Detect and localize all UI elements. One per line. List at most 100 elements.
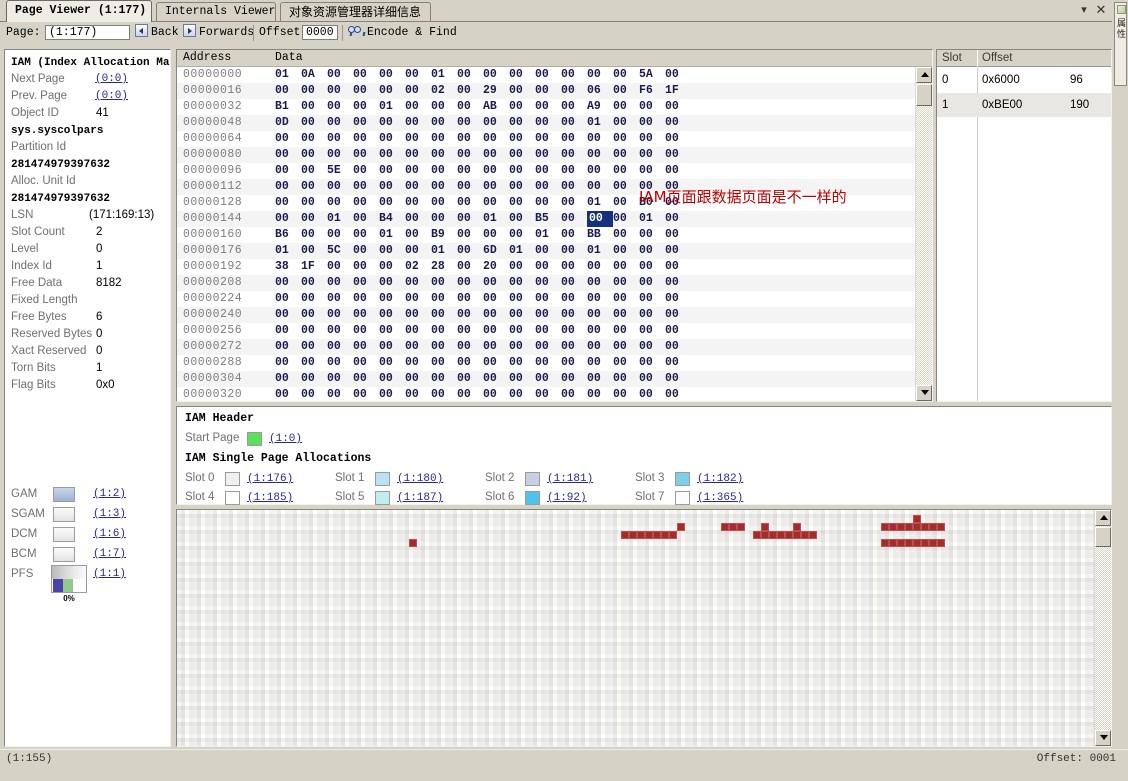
hex-byte[interactable]: 00 xyxy=(457,371,483,387)
hex-byte[interactable]: 00 xyxy=(561,323,587,339)
hex-byte[interactable]: B9 xyxy=(431,227,457,243)
hex-byte[interactable]: 00 xyxy=(639,147,665,163)
hex-byte[interactable]: 00 xyxy=(405,147,431,163)
allocated-page-cell[interactable] xyxy=(937,523,945,531)
hex-byte[interactable]: 00 xyxy=(561,307,587,323)
hex-byte[interactable]: 00 xyxy=(665,227,691,243)
hex-byte[interactable]: 01 xyxy=(275,67,301,83)
hex-byte[interactable]: 00 xyxy=(457,355,483,371)
hex-byte[interactable]: 00 xyxy=(301,163,327,179)
hex-byte[interactable]: 00 xyxy=(483,307,509,323)
hex-byte[interactable]: 00 xyxy=(405,67,431,83)
hex-byte[interactable]: 00 xyxy=(379,259,405,275)
hex-byte[interactable]: 00 xyxy=(587,179,613,195)
hex-byte[interactable]: 00 xyxy=(457,163,483,179)
hex-byte[interactable]: 00 xyxy=(301,291,327,307)
hex-byte[interactable]: 00 xyxy=(535,83,561,99)
hex-byte[interactable]: 00 xyxy=(509,115,535,131)
hex-byte[interactable]: 00 xyxy=(535,259,561,275)
hex-byte[interactable]: 00 xyxy=(405,387,431,401)
hex-byte[interactable]: 00 xyxy=(275,307,301,323)
hex-byte[interactable]: 00 xyxy=(613,323,639,339)
hex-byte[interactable]: 00 xyxy=(587,323,613,339)
allocated-page-cell[interactable] xyxy=(409,539,417,547)
hex-byte[interactable]: 00 xyxy=(509,371,535,387)
allocated-page-cell[interactable] xyxy=(889,523,897,531)
hex-row[interactable]: 000000480D000000000000000000000001000000 xyxy=(177,115,916,131)
hex-byte[interactable]: 00 xyxy=(561,291,587,307)
allocated-page-cell[interactable] xyxy=(905,523,913,531)
hex-byte[interactable]: 00 xyxy=(327,307,353,323)
hex-byte[interactable]: 00 xyxy=(535,291,561,307)
hex-row[interactable]: 0000024000000000000000000000000000000000 xyxy=(177,307,916,323)
hex-byte[interactable]: 00 xyxy=(483,163,509,179)
allocated-page-cell[interactable] xyxy=(721,523,729,531)
hex-row[interactable]: 0000032000000000000000000000000000000000 xyxy=(177,387,916,401)
hex-byte[interactable]: 00 xyxy=(665,355,691,371)
hex-byte[interactable]: 00 xyxy=(587,211,613,227)
hex-byte[interactable]: 00 xyxy=(587,163,613,179)
hex-byte[interactable]: 00 xyxy=(535,323,561,339)
hex-byte[interactable]: 00 xyxy=(613,83,639,99)
hex-vertical-scrollbar[interactable] xyxy=(915,67,932,401)
hex-byte[interactable]: 00 xyxy=(639,115,665,131)
hex-row[interactable]: 0000017601005C00000001006D01000001000000 xyxy=(177,243,916,259)
hex-byte[interactable]: 00 xyxy=(431,179,457,195)
hex-byte[interactable]: 00 xyxy=(457,179,483,195)
hex-byte[interactable]: 00 xyxy=(379,179,405,195)
hex-byte[interactable]: 00 xyxy=(613,179,639,195)
hex-byte[interactable]: 00 xyxy=(431,147,457,163)
hex-byte[interactable]: 00 xyxy=(353,83,379,99)
hex-byte[interactable]: 00 xyxy=(483,275,509,291)
hex-byte[interactable]: 00 xyxy=(587,307,613,323)
hex-byte[interactable]: 00 xyxy=(587,355,613,371)
hex-byte[interactable]: 00 xyxy=(457,387,483,401)
hex-byte[interactable]: 00 xyxy=(509,387,535,401)
hex-byte[interactable]: 00 xyxy=(561,227,587,243)
hex-byte[interactable]: 00 xyxy=(483,179,509,195)
allocated-page-cell[interactable] xyxy=(921,539,929,547)
hex-byte[interactable]: A9 xyxy=(587,99,613,115)
hex-byte[interactable]: 00 xyxy=(561,243,587,259)
hex-byte[interactable]: 00 xyxy=(483,355,509,371)
hex-byte[interactable]: 06 xyxy=(587,83,613,99)
hex-byte[interactable]: 00 xyxy=(379,147,405,163)
hex-byte[interactable]: 00 xyxy=(483,387,509,401)
allocation-vertical-scrollbar[interactable] xyxy=(1094,510,1111,746)
allocated-page-cell[interactable] xyxy=(793,523,801,531)
hex-byte[interactable]: 00 xyxy=(483,227,509,243)
hex-byte[interactable]: 00 xyxy=(639,275,665,291)
hex-byte[interactable]: 00 xyxy=(665,147,691,163)
allocated-page-cell[interactable] xyxy=(801,531,809,539)
hex-byte[interactable]: 00 xyxy=(483,147,509,163)
hex-byte[interactable]: 00 xyxy=(509,83,535,99)
hex-byte[interactable]: 00 xyxy=(613,307,639,323)
hex-byte[interactable]: 00 xyxy=(613,371,639,387)
hex-byte[interactable]: 00 xyxy=(483,371,509,387)
hex-byte[interactable]: 00 xyxy=(275,355,301,371)
hex-byte[interactable]: 00 xyxy=(405,163,431,179)
hex-byte[interactable]: 00 xyxy=(405,291,431,307)
hex-byte[interactable]: 02 xyxy=(405,259,431,275)
hex-byte[interactable]: 00 xyxy=(665,67,691,83)
hex-byte[interactable]: 00 xyxy=(483,131,509,147)
hex-byte[interactable]: 00 xyxy=(431,211,457,227)
table-row[interactable]: 10xBE00190 xyxy=(937,93,1111,117)
hex-row[interactable]: 0000008000000000000000000000000000000000 xyxy=(177,147,916,163)
hex-byte[interactable]: 00 xyxy=(327,355,353,371)
allocated-page-cell[interactable] xyxy=(637,531,645,539)
hex-byte[interactable]: 00 xyxy=(639,387,665,401)
allocated-page-cell[interactable] xyxy=(793,531,801,539)
hex-byte[interactable]: 00 xyxy=(613,355,639,371)
hex-byte[interactable]: 00 xyxy=(613,259,639,275)
allocated-page-cell[interactable] xyxy=(761,523,769,531)
hex-byte[interactable]: B5 xyxy=(535,211,561,227)
hex-byte[interactable]: 00 xyxy=(405,179,431,195)
hex-byte[interactable]: 00 xyxy=(665,115,691,131)
hex-byte[interactable]: 00 xyxy=(639,163,665,179)
hex-byte[interactable]: 00 xyxy=(509,211,535,227)
hex-byte[interactable]: 00 xyxy=(379,83,405,99)
hex-byte[interactable]: 00 xyxy=(431,387,457,401)
hex-byte[interactable]: 00 xyxy=(535,355,561,371)
hex-byte[interactable]: 00 xyxy=(405,275,431,291)
